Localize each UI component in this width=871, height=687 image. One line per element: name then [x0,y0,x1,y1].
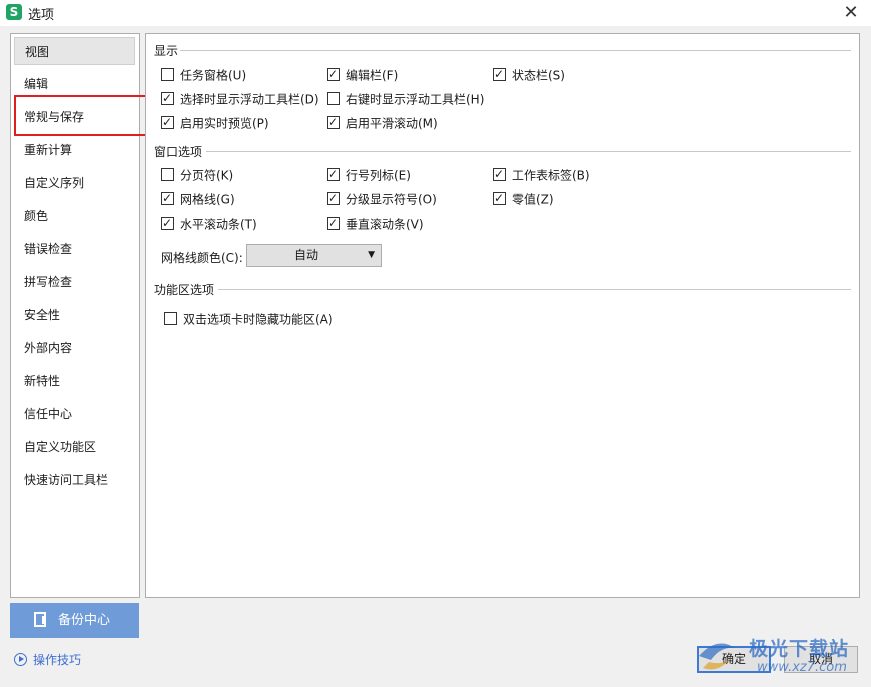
gridline-color-label: 网格线颜色(C): [161,251,243,265]
option-label: 双击选项卡时隐藏功能区(A) [183,312,333,327]
option-label: 分级显示符号(O) [346,192,437,207]
option-label: 分页符(K) [180,168,234,183]
checkbox-box[interactable] [327,165,340,183]
gridline-color-select[interactable]: 自动 ▼ [246,244,382,267]
cancel-button[interactable]: 取消 [784,646,858,673]
sidebar-item-quick-access-toolbar[interactable]: 快速访问工具栏 [14,466,135,494]
checkbox-zero-values[interactable]: 零值(Z) [493,189,554,208]
sidebar-item-customize-ribbon[interactable]: 自定义功能区 [14,433,135,461]
option-label: 状态栏(S) [512,68,565,83]
checkbox-box[interactable] [164,312,177,325]
section-title-ribbon: 功能区选项 [154,283,215,297]
option-label: 工作表标签(B) [512,168,590,183]
section-divider [206,151,851,152]
checkbox-box[interactable] [327,214,340,232]
checkbox-float-toolbar-rightclick[interactable]: 右键时显示浮动工具栏(H) [327,90,484,108]
sidebar-item-external-content[interactable]: 外部内容 [14,334,135,362]
gridline-color-value: 自动 [293,248,318,262]
sidebar-item-view[interactable]: 视图 [14,37,135,65]
option-label: 零值(Z) [512,192,554,207]
checkbox-task-pane[interactable]: 任务窗格(U) [161,66,246,84]
option-label: 水平滚动条(T) [180,217,257,232]
option-label: 网格线(G) [180,192,235,207]
checkbox-smooth-scroll[interactable]: 启用平滑滚动(M) [327,113,438,132]
sidebar-item-security[interactable]: 安全性 [14,301,135,329]
section-title-display: 显示 [154,44,179,58]
checkbox-box[interactable] [161,214,174,232]
backup-center-label: 备份中心 [58,613,111,628]
options-content-panel: 显示 任务窗格(U) 编辑栏(F) 状态栏(S) 选择时显示浮动工具栏(D) 右… [145,33,860,598]
checkbox-box[interactable] [493,65,506,83]
ok-button[interactable]: 确定 [697,646,771,673]
option-label: 启用平滑滚动(M) [346,116,438,131]
checkbox-box[interactable] [493,189,506,207]
sidebar-item-general-save[interactable]: 常规与保存 [14,103,135,131]
backup-icon [34,612,46,627]
checkbox-horizontal-scrollbar[interactable]: 水平滚动条(T) [161,214,257,233]
checkbox-status-bar[interactable]: 状态栏(S) [493,65,565,84]
option-label: 右键时显示浮动工具栏(H) [346,92,485,107]
checkbox-box[interactable] [161,113,174,131]
option-label: 行号列标(E) [346,168,411,183]
sidebar-item-custom-lists[interactable]: 自定义序列 [14,169,135,197]
checkbox-hide-ribbon-dblclick[interactable]: 双击选项卡时隐藏功能区(A) [164,310,333,328]
checkbox-box[interactable] [161,168,174,181]
title-bar: S 选项 ✕ [0,0,871,26]
dropdown-arrow-icon: ▼ [368,250,375,260]
checkbox-box[interactable] [161,189,174,207]
checkbox-page-breaks[interactable]: 分页符(K) [161,166,233,184]
checkbox-box[interactable] [327,189,340,207]
sidebar-item-spell-check[interactable]: 拼写检查 [14,268,135,296]
options-sidebar: 视图 编辑 常规与保存 重新计算 自定义序列 颜色 错误检查 拼写检查 安全性 … [10,33,140,598]
section-divider [218,289,851,290]
checkbox-outline-symbols[interactable]: 分级显示符号(O) [327,189,437,208]
play-circle-icon [14,653,27,666]
sidebar-item-colors[interactable]: 颜色 [14,202,135,230]
checkbox-box[interactable] [161,89,174,107]
app-logo-icon: S [6,4,22,20]
checkbox-sheet-tabs[interactable]: 工作表标签(B) [493,165,590,184]
checkbox-vertical-scrollbar[interactable]: 垂直滚动条(V) [327,214,424,233]
tips-link[interactable]: 操作技巧 [14,651,81,669]
sidebar-item-edit[interactable]: 编辑 [14,70,135,98]
checkbox-box[interactable] [327,92,340,105]
sidebar-item-new-features[interactable]: 新特性 [14,367,135,395]
option-label: 任务窗格(U) [180,68,247,83]
sidebar-item-trust-center[interactable]: 信任中心 [14,400,135,428]
checkbox-formula-bar[interactable]: 编辑栏(F) [327,65,399,84]
option-label: 启用实时预览(P) [180,116,269,131]
sidebar-item-error-check[interactable]: 错误检查 [14,235,135,263]
checkbox-box[interactable] [327,65,340,83]
sidebar-item-recalculate[interactable]: 重新计算 [14,136,135,164]
close-button[interactable]: ✕ [839,2,863,24]
option-label: 垂直滚动条(V) [346,217,424,232]
checkbox-box[interactable] [493,165,506,183]
option-label: 选择时显示浮动工具栏(D) [180,92,319,107]
tips-label: 操作技巧 [33,653,82,667]
checkbox-box[interactable] [327,113,340,131]
checkbox-gridlines[interactable]: 网格线(G) [161,189,235,208]
checkbox-row-col-headers[interactable]: 行号列标(E) [327,165,411,184]
checkbox-box[interactable] [161,68,174,81]
backup-center-button[interactable]: 备份中心 [10,603,139,638]
checkbox-float-toolbar-select[interactable]: 选择时显示浮动工具栏(D) [161,89,319,108]
section-divider [180,50,851,51]
option-label: 编辑栏(F) [346,68,399,83]
window-title: 选项 [28,8,55,23]
section-title-window: 窗口选项 [154,145,203,159]
checkbox-live-preview[interactable]: 启用实时预览(P) [161,113,269,132]
